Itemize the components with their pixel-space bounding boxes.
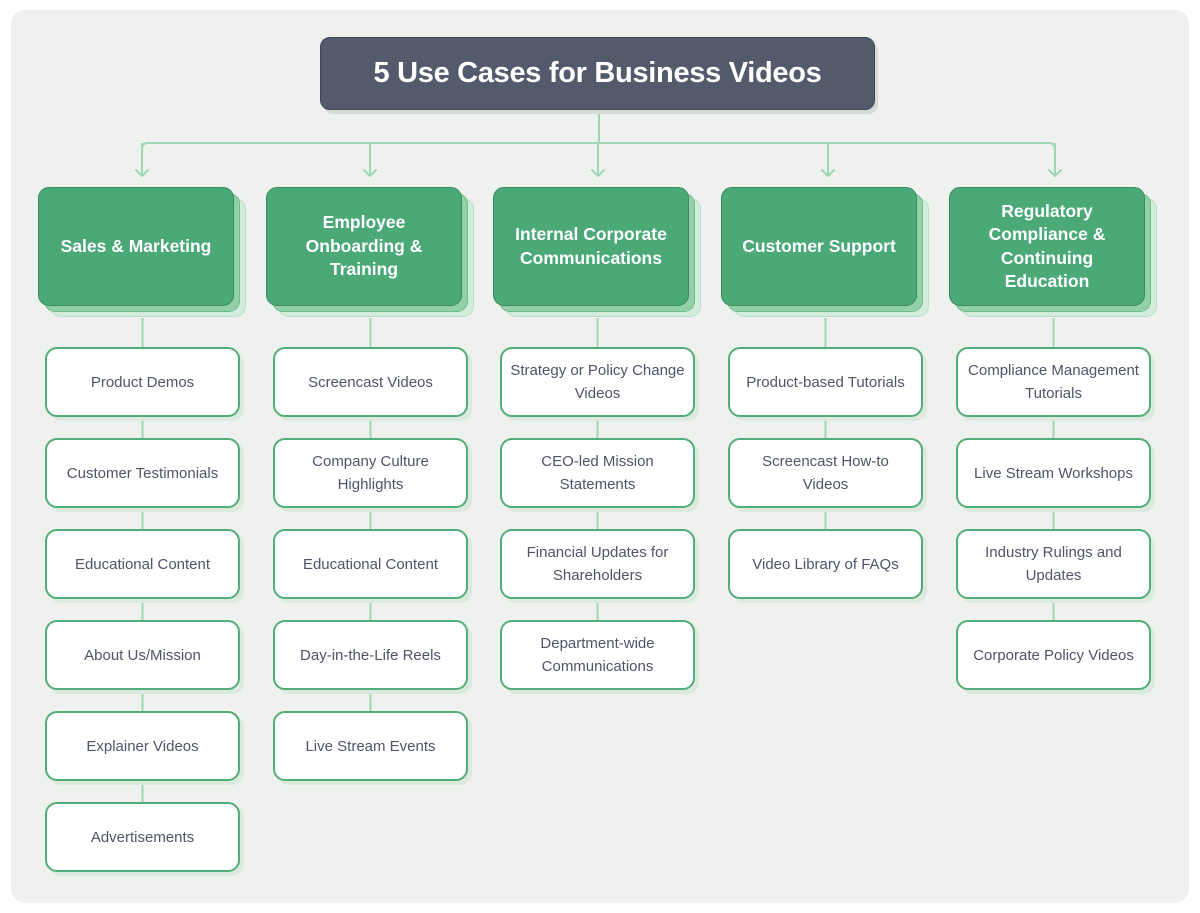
use-case-item: Advertisements: [45, 802, 240, 872]
category-header: Regulatory Compliance & Continuing Educa…: [949, 187, 1157, 317]
use-case-item: Strategy or Policy Change Videos: [500, 347, 695, 417]
use-case-item: Day-in-the-Life Reels: [273, 620, 468, 690]
category-column: Sales & Marketing Product Demos Customer T…: [38, 0, 268, 913]
use-case-item: Financial Updates for Shareholders: [500, 529, 695, 599]
category-column: Customer Support Product-based Tutorials S…: [721, 0, 951, 913]
category-header-label: Customer Support: [721, 187, 917, 306]
use-case-item: Compliance Management Tutorials: [956, 347, 1151, 417]
use-case-item: Company Culture Highlights: [273, 438, 468, 508]
use-case-item: Product Demos: [45, 347, 240, 417]
category-header-label: Internal Corporate Communications: [493, 187, 689, 306]
use-case-item: Screencast How-to Videos: [728, 438, 923, 508]
use-case-item: Product-based Tutorials: [728, 347, 923, 417]
use-case-item: Customer Testimonials: [45, 438, 240, 508]
category-column: Employee Onboarding & Training Screencast…: [266, 0, 496, 913]
category-header-label: Sales & Marketing: [38, 187, 234, 306]
category-header: Employee Onboarding & Training: [266, 187, 474, 317]
use-case-item: Educational Content: [273, 529, 468, 599]
use-case-item: Video Library of FAQs: [728, 529, 923, 599]
use-case-item: CEO-led Mission Statements: [500, 438, 695, 508]
use-case-item: Explainer Videos: [45, 711, 240, 781]
category-header: Internal Corporate Communications: [493, 187, 701, 317]
use-case-item: Screencast Videos: [273, 347, 468, 417]
use-case-item: About Us/Mission: [45, 620, 240, 690]
use-case-item: Educational Content: [45, 529, 240, 599]
category-header: Customer Support: [721, 187, 929, 317]
category-column: Internal Corporate Communications Strateg…: [493, 0, 723, 913]
use-case-item: Industry Rulings and Updates: [956, 529, 1151, 599]
use-case-item: Live Stream Events: [273, 711, 468, 781]
use-case-item: Department-wide Communications: [500, 620, 695, 690]
category-header-label: Regulatory Compliance & Continuing Educa…: [949, 187, 1145, 306]
use-case-item: Live Stream Workshops: [956, 438, 1151, 508]
category-header-label: Employee Onboarding & Training: [266, 187, 462, 306]
use-case-item: Corporate Policy Videos: [956, 620, 1151, 690]
category-column: Regulatory Compliance & Continuing Educa…: [949, 0, 1179, 913]
category-header: Sales & Marketing: [38, 187, 246, 317]
